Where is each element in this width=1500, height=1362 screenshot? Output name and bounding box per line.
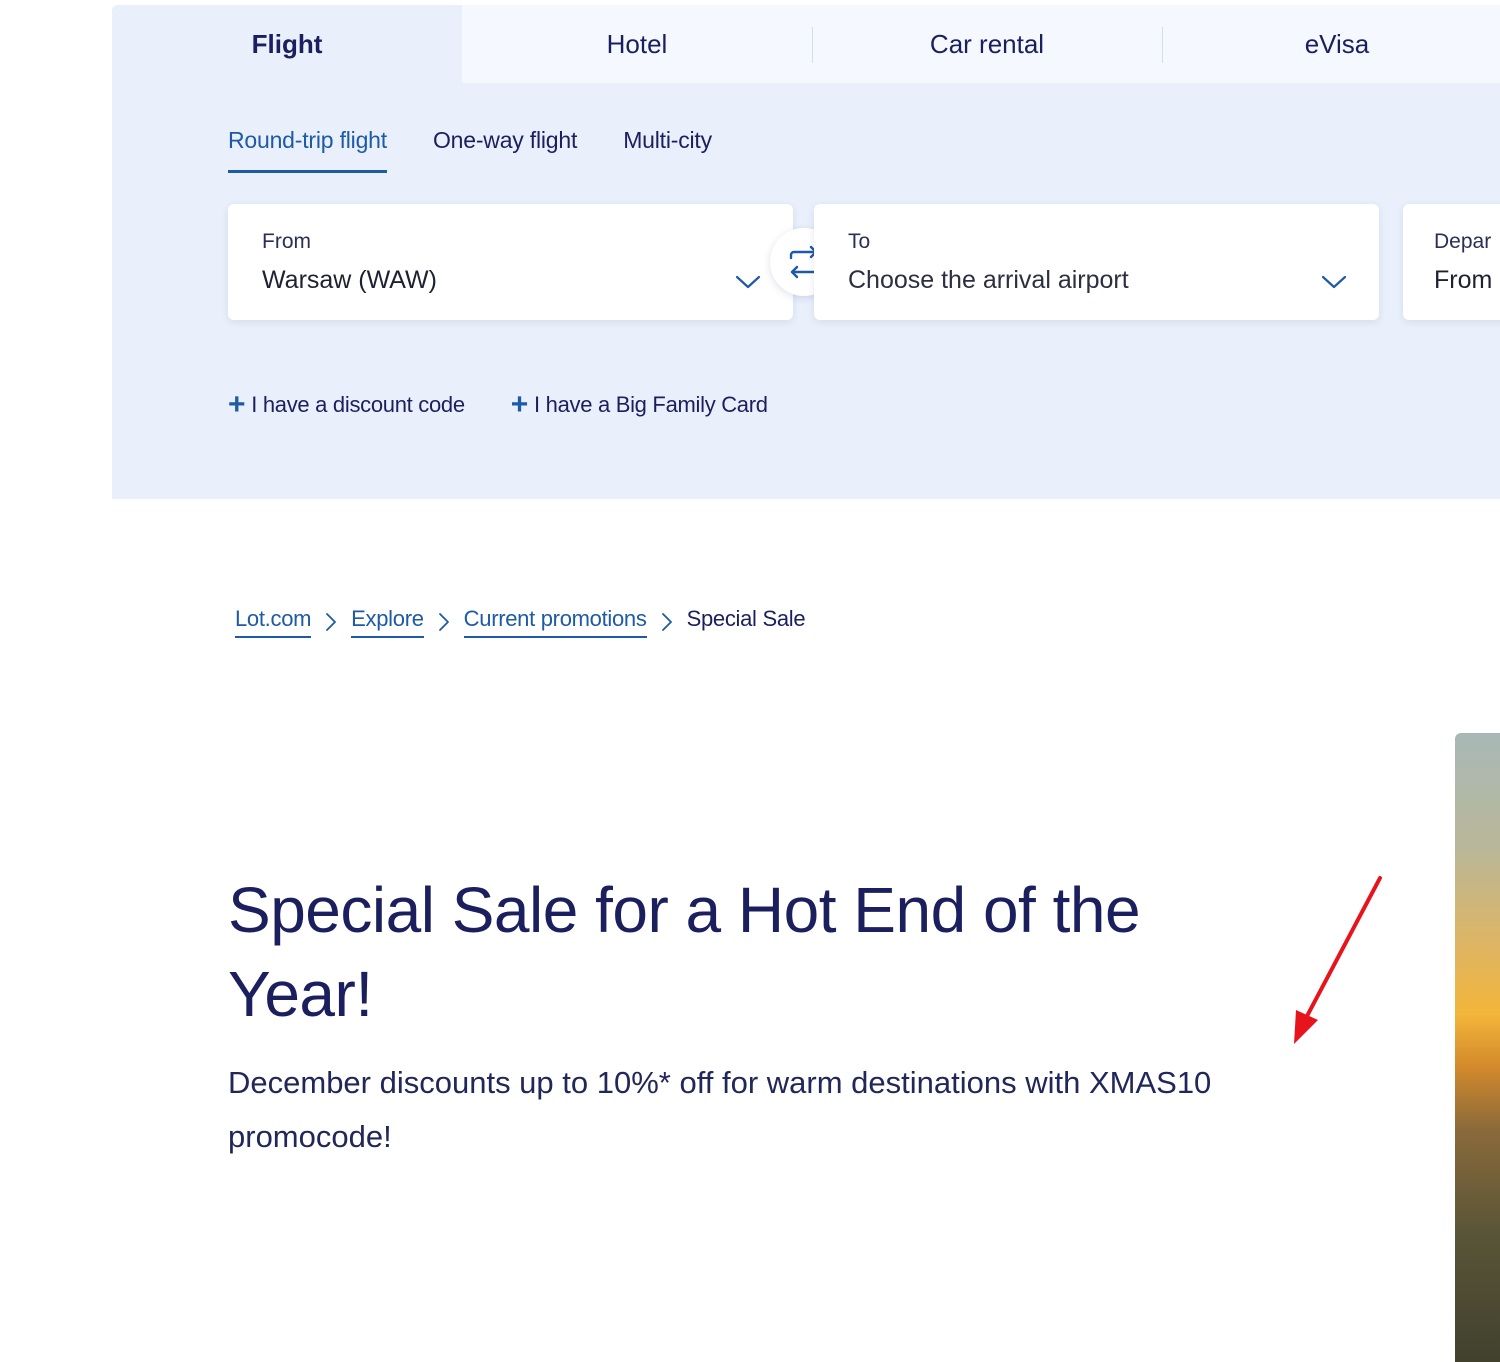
chevron-down-icon: [1321, 275, 1347, 289]
tab-flight[interactable]: Flight: [112, 5, 462, 83]
chevron-right-icon: [438, 613, 449, 631]
departure-date-field[interactable]: Depar From: [1403, 204, 1500, 320]
extra-options: + I have a discount code + I have a Big …: [228, 390, 768, 420]
promo-sunset-image: [1455, 733, 1500, 1362]
trip-type-round-trip[interactable]: Round-trip flight: [228, 127, 387, 173]
from-value: Warsaw (WAW): [262, 266, 437, 294]
tab-hotel[interactable]: Hotel: [462, 5, 812, 83]
chevron-down-icon: [735, 275, 761, 289]
big-family-card-label: I have a Big Family Card: [534, 392, 768, 417]
chevron-right-icon: [326, 613, 337, 631]
to-value: Choose the arrival airport: [848, 266, 1129, 294]
booking-tabs: Flight Hotel Car rental eVisa: [112, 5, 1500, 83]
trip-type-one-way[interactable]: One-way flight: [433, 127, 577, 173]
plus-icon: +: [228, 388, 246, 421]
tab-car-rental[interactable]: Car rental: [812, 5, 1162, 83]
departure-label: Depar: [1434, 230, 1492, 253]
page: Flight Hotel Car rental eVisa Round-trip…: [0, 0, 1500, 1362]
to-label: To: [848, 230, 871, 253]
tab-evisa[interactable]: eVisa: [1162, 5, 1500, 83]
trip-type-multi-city[interactable]: Multi-city: [623, 127, 712, 173]
annotation-arrow-icon: [1294, 876, 1382, 1044]
discount-code-link[interactable]: + I have a discount code: [228, 390, 465, 420]
breadcrumb: Lot.com Explore Current promotions Speci…: [235, 606, 806, 638]
breadcrumb-explore[interactable]: Explore: [351, 606, 424, 638]
to-airport-field[interactable]: To Choose the arrival airport: [814, 204, 1379, 320]
trip-type-selector: Round-trip flight One-way flight Multi-c…: [228, 127, 712, 173]
from-airport-field[interactable]: From Warsaw (WAW): [228, 204, 793, 320]
breadcrumb-current-page: Special Sale: [686, 606, 806, 631]
breadcrumb-lot-com[interactable]: Lot.com: [235, 606, 311, 638]
page-subtitle: December discounts up to 10%* off for wa…: [228, 1065, 1212, 1154]
departure-value: From: [1434, 266, 1493, 294]
plus-icon: +: [510, 388, 529, 421]
from-label: From: [262, 230, 311, 253]
flight-search-panel: Flight Hotel Car rental eVisa Round-trip…: [112, 5, 1500, 499]
breadcrumb-current-promotions[interactable]: Current promotions: [463, 606, 647, 638]
big-family-card-link[interactable]: + I have a Big Family Card: [511, 390, 768, 420]
chevron-right-icon: [661, 613, 672, 631]
page-title: Special Sale for a Hot End of the Year!: [228, 874, 1141, 1030]
discount-code-label: I have a discount code: [251, 392, 465, 417]
